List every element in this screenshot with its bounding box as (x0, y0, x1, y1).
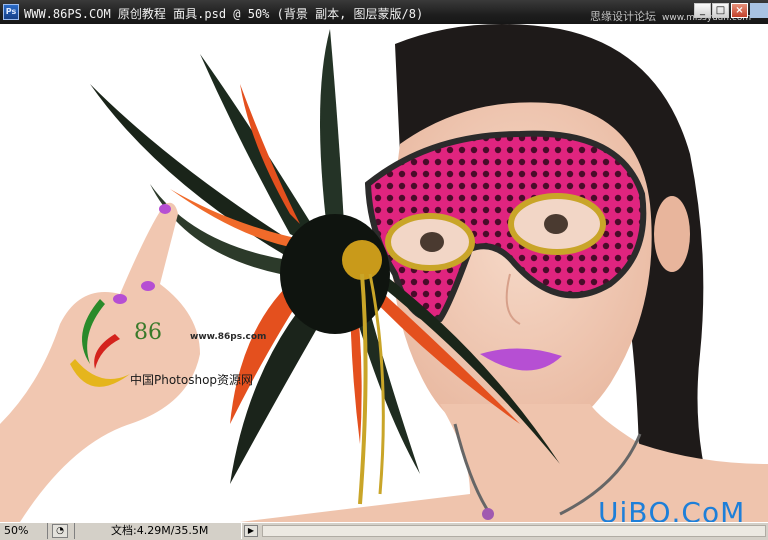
close-button[interactable]: × (731, 3, 748, 18)
watermark-caption: 中国Photoshop资源网 (130, 373, 254, 387)
uibq-watermark: UiBQ.CoM (598, 496, 746, 522)
document-size-info: 文档:4.29M/35.5M (74, 523, 242, 539)
photoshop-app-icon[interactable]: Ps (3, 4, 19, 20)
document-title: WWW.86PS.COM 原创教程 面具.psd @ 50% (背景 副本, 图… (24, 7, 424, 21)
fingernail (141, 281, 155, 291)
navigator-icon[interactable]: ◔ (52, 524, 68, 538)
ear (654, 196, 690, 272)
title-bar-edge (750, 3, 768, 18)
right-eye (544, 214, 568, 234)
status-menu-arrow[interactable]: ▶ (244, 525, 258, 537)
left-eye (420, 232, 444, 252)
zoom-level-field[interactable]: 50% (0, 523, 48, 539)
status-bar: 50% ◔ 文档:4.29M/35.5M ▶ (0, 522, 768, 540)
horizontal-scrollbar[interactable] (262, 525, 766, 537)
photo-illustration (0, 24, 768, 522)
maximize-button[interactable]: □ (712, 3, 729, 18)
fingernail (159, 204, 171, 214)
watermark-url: www.86ps.com (190, 332, 267, 342)
watermark-logo-icon (70, 299, 130, 387)
watermark-86ps: 86 www.86ps.com 中国Photoshop资源网 (60, 294, 266, 414)
minimize-button[interactable]: _ (694, 3, 711, 18)
title-bar: Ps WWW.86PS.COM 原创教程 面具.psd @ 50% (背景 副本… (0, 0, 768, 25)
watermark-86-text: 86 (134, 320, 162, 345)
document-canvas[interactable]: 86 www.86ps.com 中国Photoshop资源网 UiBQ.CoM (0, 24, 768, 522)
necklace-pendant (482, 508, 494, 520)
site-watermark-text: 思缘设计论坛 (590, 10, 656, 23)
